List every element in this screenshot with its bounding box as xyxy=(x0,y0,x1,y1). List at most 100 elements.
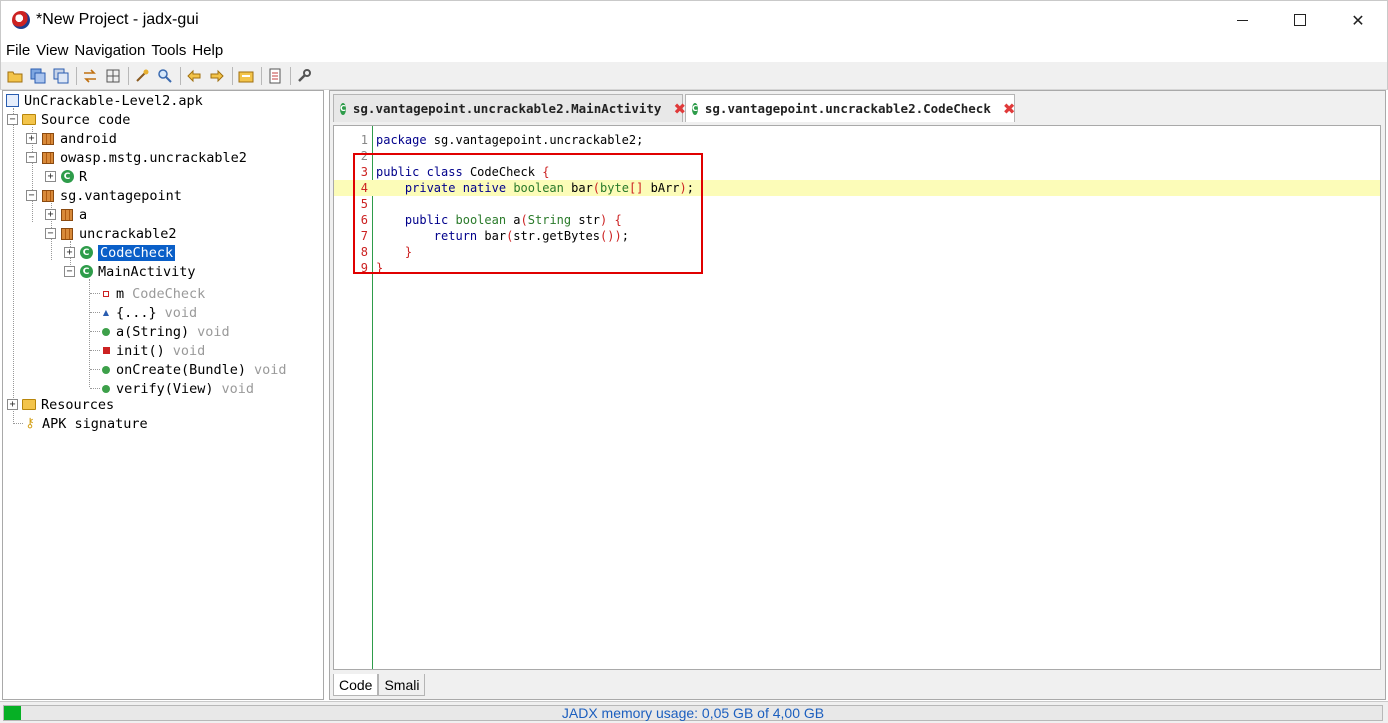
highlight-box xyxy=(353,153,703,274)
editor-tab-bar: C sg.vantagepoint.uncrackable2.MainActiv… xyxy=(330,91,1385,122)
flatten-packages-icon[interactable] xyxy=(104,67,122,85)
tab-code[interactable]: Code xyxy=(333,674,379,696)
key-icon: ⚷ xyxy=(25,416,35,431)
tree-package-owasp[interactable]: − owasp.mstg.uncrackable2 xyxy=(26,148,247,167)
view-mode-tabs: Code Smali xyxy=(333,674,426,698)
collapse-toggle[interactable]: − xyxy=(26,190,37,201)
close-window-button[interactable]: ✕ xyxy=(1329,1,1387,39)
method-icon xyxy=(101,363,111,377)
expand-toggle[interactable]: + xyxy=(7,399,18,410)
tree-connector xyxy=(90,312,100,313)
tree-resources[interactable]: + Resources xyxy=(7,395,114,414)
menu-navigation[interactable]: Navigation xyxy=(74,42,145,59)
forward-icon[interactable] xyxy=(208,67,226,85)
menu-help[interactable]: Help xyxy=(192,42,223,59)
tree-class-mainactivity[interactable]: − C MainActivity xyxy=(64,262,196,281)
tree-connector xyxy=(13,423,23,424)
code-line: 1 package sg.vantagepoint.uncrackable2; xyxy=(334,132,1380,148)
back-icon[interactable] xyxy=(185,67,203,85)
tree-member[interactable]: m CodeCheck xyxy=(101,284,205,303)
tree-class-r[interactable]: + C R xyxy=(45,167,87,186)
class-icon: C xyxy=(79,246,93,260)
memory-usage-text: JADX memory usage: 0,05 GB of 4,00 GB xyxy=(561,705,825,721)
tree-connector xyxy=(90,293,100,294)
tree-apk-signature[interactable]: ⚷ APK signature xyxy=(23,414,147,433)
tree-package-a[interactable]: + a xyxy=(45,205,87,224)
tree-member[interactable]: onCreate(Bundle) void xyxy=(101,360,287,379)
tree-member[interactable]: a(String) void xyxy=(101,322,230,341)
tree-connector xyxy=(90,388,100,389)
search-icon[interactable] xyxy=(156,67,174,85)
maximize-icon xyxy=(1294,14,1306,26)
expand-toggle[interactable]: + xyxy=(45,209,56,220)
field-icon xyxy=(101,287,111,301)
menu-view[interactable]: View xyxy=(36,42,68,59)
tree-member[interactable]: ▲ {...} void xyxy=(101,303,197,322)
minimize-icon xyxy=(1236,19,1248,21)
toolbar-separator xyxy=(290,66,291,85)
export-icon[interactable] xyxy=(52,67,70,85)
collapse-toggle[interactable]: − xyxy=(7,114,18,125)
tree-source-code[interactable]: − Source code xyxy=(7,110,130,129)
tree-class-codecheck[interactable]: + C CodeCheck xyxy=(64,243,176,262)
project-tree[interactable]: UnCrackable-Level2.apk − Source code + a… xyxy=(2,90,324,700)
close-icon: ✕ xyxy=(1351,10,1365,30)
editor-panel: C sg.vantagepoint.uncrackable2.MainActiv… xyxy=(329,90,1386,700)
toolbar xyxy=(0,62,1388,90)
native-method-icon xyxy=(101,344,111,358)
minimize-button[interactable] xyxy=(1213,1,1271,39)
static-init-icon: ▲ xyxy=(102,308,110,317)
method-icon xyxy=(101,382,111,396)
tree-root-apk[interactable]: UnCrackable-Level2.apk xyxy=(5,91,203,110)
class-icon: C xyxy=(60,170,74,184)
package-icon xyxy=(60,227,74,241)
menu-tools[interactable]: Tools xyxy=(151,42,186,59)
maximize-button[interactable] xyxy=(1271,1,1329,39)
toolbar-separator xyxy=(261,66,262,85)
collapse-toggle[interactable]: − xyxy=(26,152,37,163)
expand-toggle[interactable]: + xyxy=(45,171,56,182)
collapse-toggle[interactable]: − xyxy=(45,228,56,239)
package-icon xyxy=(41,151,55,165)
expand-toggle[interactable]: + xyxy=(64,247,75,258)
apk-icon xyxy=(5,94,19,108)
folder-open-icon xyxy=(22,113,36,127)
decompile-all-icon[interactable] xyxy=(133,67,151,85)
tab-codecheck[interactable]: C sg.vantagepoint.uncrackable2.CodeCheck… xyxy=(685,94,1015,122)
class-icon: C xyxy=(79,265,93,279)
window-title: *New Project - jadx-gui xyxy=(36,10,199,28)
menu-bar: File View Navigation Tools Help xyxy=(0,38,1388,62)
tree-member[interactable]: verify(View) void xyxy=(101,379,254,398)
menu-file[interactable]: File xyxy=(6,42,30,59)
log-icon[interactable] xyxy=(266,67,284,85)
preferences-icon[interactable] xyxy=(295,67,313,85)
tree-package-sg[interactable]: − sg.vantagepoint xyxy=(26,186,182,205)
open-file-icon[interactable] xyxy=(6,67,24,85)
save-all-icon[interactable] xyxy=(29,67,47,85)
tab-smali[interactable]: Smali xyxy=(378,674,426,696)
collapse-toggle[interactable]: − xyxy=(64,266,75,277)
close-tab-icon[interactable]: ✖ xyxy=(1003,100,1016,118)
sync-icon[interactable] xyxy=(81,67,99,85)
tab-mainactivity[interactable]: C sg.vantagepoint.uncrackable2.MainActiv… xyxy=(333,94,686,122)
tree-connector xyxy=(90,350,100,351)
tree-package-uncrackable2[interactable]: − uncrackable2 xyxy=(45,224,177,243)
title-bar: *New Project - jadx-gui ✕ xyxy=(0,0,1388,38)
toolbar-separator xyxy=(76,66,77,85)
tree-connector xyxy=(90,331,100,332)
package-icon xyxy=(41,132,55,146)
toolbar-separator xyxy=(128,66,129,85)
tree-connector xyxy=(90,369,100,370)
tree-package-android[interactable]: + android xyxy=(26,129,117,148)
deobfuscation-icon[interactable] xyxy=(237,67,255,85)
class-icon: C xyxy=(692,102,698,115)
memory-usage-bar: JADX memory usage: 0,05 GB of 4,00 GB xyxy=(3,705,1383,721)
toolbar-separator xyxy=(232,66,233,85)
class-icon: C xyxy=(340,102,346,115)
expand-toggle[interactable]: + xyxy=(26,133,37,144)
code-text: package sg.vantagepoint.uncrackable2; xyxy=(376,133,644,147)
package-icon xyxy=(41,189,55,203)
code-editor[interactable]: 1 package sg.vantagepoint.uncrackable2; 2 3… xyxy=(333,125,1381,670)
tree-member[interactable]: init() void xyxy=(101,341,205,360)
package-icon xyxy=(60,208,74,222)
